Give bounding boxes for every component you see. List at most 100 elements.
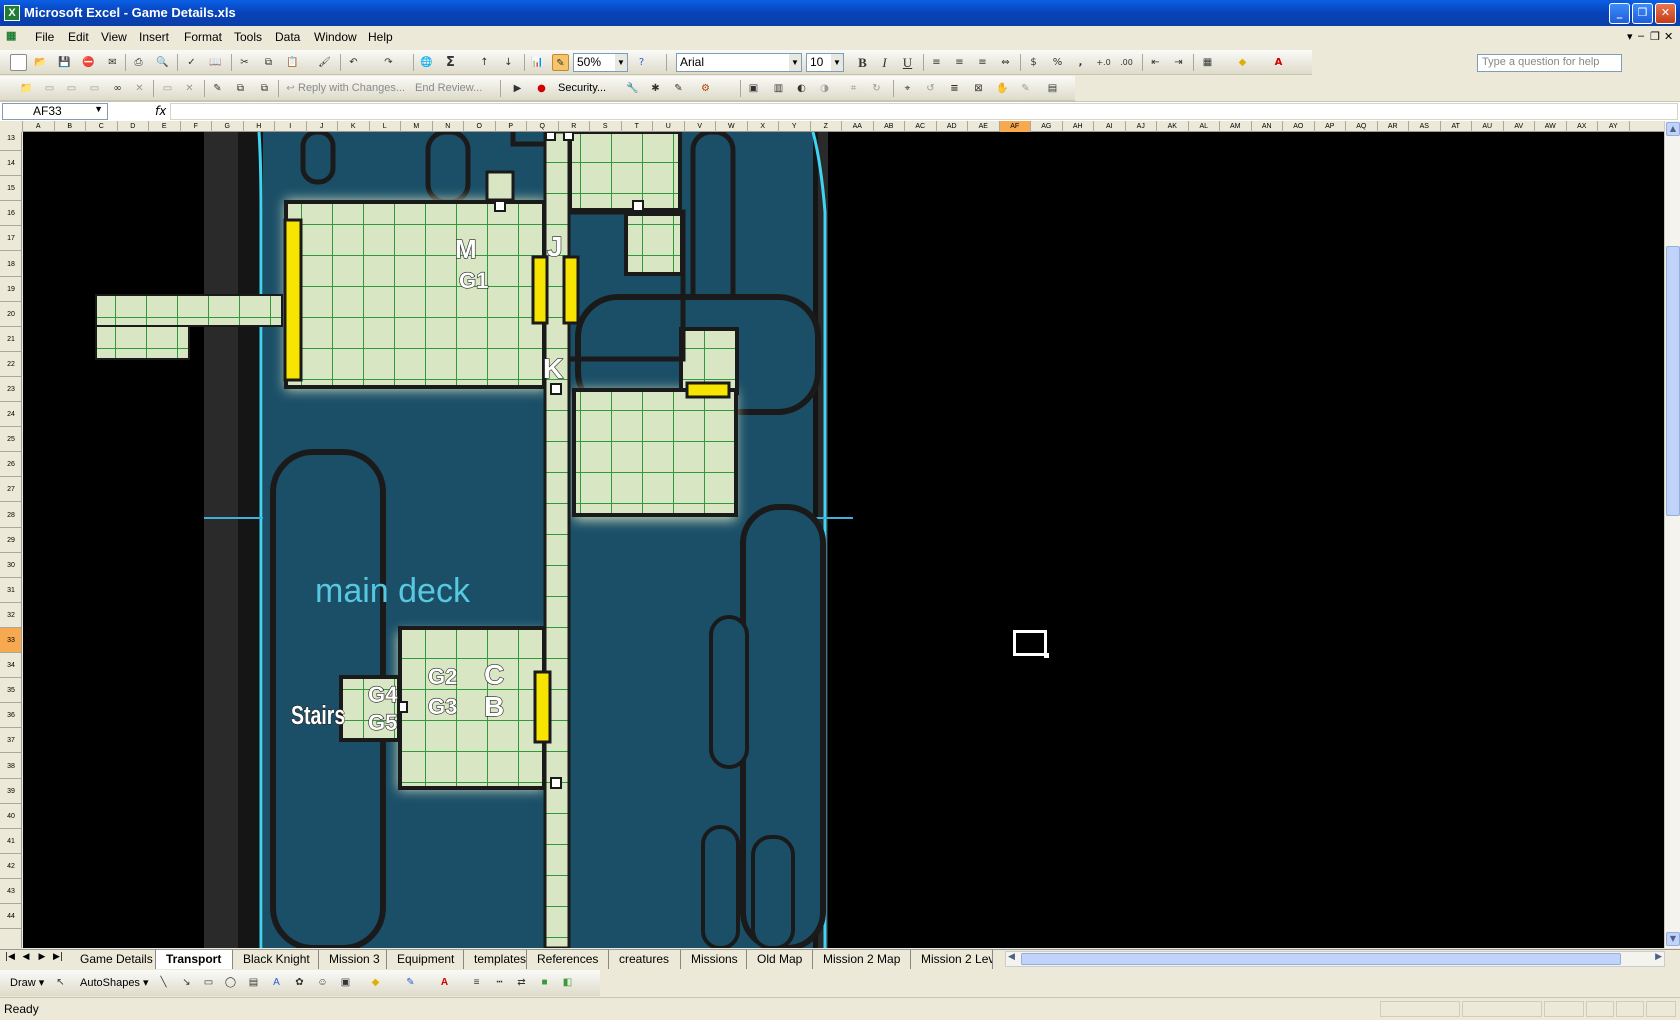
scroll-up-icon[interactable]: ▲ [1666,122,1680,136]
menu-edit[interactable]: Edit [68,30,89,44]
autoshapes-button[interactable]: AutoShapes ▾ [80,976,149,989]
column-header-h[interactable]: H [244,121,275,132]
reply-icon[interactable]: ↩ [282,80,299,97]
column-header-au[interactable]: AU [1472,121,1504,132]
row-header-22[interactable]: 22 [0,352,21,377]
column-header-ar[interactable]: AR [1378,121,1409,132]
row-header-38[interactable]: 38 [0,754,21,779]
column-header-f[interactable]: F [181,121,212,132]
column-header-g[interactable]: G [212,121,244,132]
research-icon[interactable]: 📖 [207,54,224,71]
play-icon[interactable]: ▶ [509,80,526,97]
sheet-tab-game-details[interactable]: Game Details [70,950,156,969]
crop-icon[interactable]: ⌗ [845,80,862,97]
delete-icon[interactable]: ✕ [131,80,148,97]
column-header-l[interactable]: L [370,121,401,132]
align-right-icon[interactable]: ≡ [974,54,991,71]
column-header-i[interactable]: I [275,121,307,132]
next-sheet-icon[interactable]: ▶ [36,952,48,962]
row-header-17[interactable]: 17 [0,226,21,252]
excel-app-icon[interactable]: X [4,5,20,21]
column-header-ao[interactable]: AO [1283,121,1315,132]
column-header-av[interactable]: AV [1504,121,1535,132]
row-header-33[interactable]: 33 [0,628,21,653]
undo-icon[interactable]: ↶ [345,54,362,71]
column-header-o[interactable]: O [464,121,496,132]
script-editor-icon[interactable]: ✎ [670,80,687,97]
row-header-18[interactable]: 18 [0,252,21,277]
sheet-tab-transport[interactable]: Transport [156,950,233,969]
align-center-icon[interactable]: ≡ [951,54,968,71]
column-header-ad[interactable]: AD [937,121,968,132]
last-sheet-icon[interactable]: ▶| [52,952,64,962]
column-header-n[interactable]: N [433,121,464,132]
mdi-minimize-button[interactable]: – [1638,30,1644,42]
row-header-30[interactable]: 30 [0,553,21,578]
column-header-z[interactable]: Z [811,121,842,132]
arrow-icon[interactable]: ↘ [178,974,195,991]
column-header-y[interactable]: Y [779,121,811,132]
line-style-icon[interactable]: ≡ [468,974,485,991]
row-header-43[interactable]: 43 [0,879,21,904]
column-header-ae[interactable]: AE [968,121,1000,132]
underline-button[interactable]: U [899,54,916,71]
column-header-ac[interactable]: AC [905,121,937,132]
row-header-44[interactable]: 44 [0,904,21,930]
row-header-19[interactable]: 19 [0,277,21,302]
column-header-at[interactable]: AT [1441,121,1472,132]
menu-insert[interactable]: Insert [139,30,169,44]
comment-icon[interactable]: ▭ [159,80,176,97]
link-icon[interactable]: ∞ [109,80,126,97]
column-header-ah[interactable]: AH [1063,121,1094,132]
document-icon[interactable]: ▭ [86,80,103,97]
select-all-button[interactable] [0,121,23,132]
column-header-t[interactable]: T [622,121,653,132]
column-header-b[interactable]: B [55,121,86,132]
row-header-14[interactable]: 14 [0,151,21,177]
sort-ascending-icon[interactable]: ↑ [476,54,493,71]
sheet-tab-mission-2-map[interactable]: Mission 2 Map [813,950,911,969]
mdi-restore-button[interactable]: ❐ [1650,30,1660,43]
merge-center-icon[interactable]: ⇔ [997,54,1014,71]
column-header-aq[interactable]: AQ [1346,121,1378,132]
increase-indent-icon[interactable]: ⇥ [1170,54,1187,71]
copy-icon[interactable]: ⧉ [260,54,277,71]
row-header-35[interactable]: 35 [0,678,21,704]
dash-style-icon[interactable]: ┅ [491,974,508,991]
ship-map-image[interactable]: M G1 J K G2 G3 C B G4 G5 Stairs main dec… [23,132,1664,948]
fill-color-icon[interactable]: ◆ [1234,54,1251,71]
sheet-tab-mission-2-leve[interactable]: Mission 2 Leve [911,950,993,969]
help-icon[interactable]: ? [633,54,650,71]
document-icon[interactable]: ▭ [63,80,80,97]
column-header-aa[interactable]: AA [842,121,874,132]
row-header-21[interactable]: 21 [0,327,21,352]
row-header-40[interactable]: 40 [0,804,21,829]
rotate-icon[interactable]: ↻ [868,80,885,97]
column-header-ab[interactable]: AB [874,121,905,132]
column-header-ap[interactable]: AP [1315,121,1346,132]
column-header-s[interactable]: S [590,121,622,132]
column-header-a[interactable]: A [23,121,55,132]
sheet-tab-old-map[interactable]: Old Map [747,950,813,969]
minimize-button[interactable]: _ [1609,3,1630,24]
column-header-r[interactable]: R [559,121,590,132]
transparent-color-icon[interactable]: ✎ [1017,80,1034,97]
row-header-13[interactable]: 13 [0,132,21,151]
sheet-tab-creatures[interactable]: creatures [609,950,681,969]
column-header-k[interactable]: K [338,121,370,132]
percent-button[interactable]: % [1049,54,1066,71]
row-header-16[interactable]: 16 [0,201,21,227]
track-changes-icon[interactable]: ✎ [209,80,226,97]
workbook-icon[interactable]: ▦ [6,29,16,42]
column-header-q[interactable]: Q [527,121,559,132]
font-size-select[interactable]: 10 ▼ [806,53,844,72]
3d-icon[interactable]: ◧ [559,974,576,991]
line-style-icon[interactable]: ≡ [946,80,963,97]
row-header-28[interactable]: 28 [0,503,21,528]
sheet-tab-missions[interactable]: Missions [681,950,747,969]
italic-button[interactable]: I [876,54,893,71]
rectangle-icon[interactable]: ▭ [200,974,217,991]
horizontal-scrollbar[interactable]: ◀ ▶ [1005,951,1665,967]
column-header-am[interactable]: AM [1220,121,1252,132]
permission-icon[interactable]: ⛔ [80,54,97,71]
